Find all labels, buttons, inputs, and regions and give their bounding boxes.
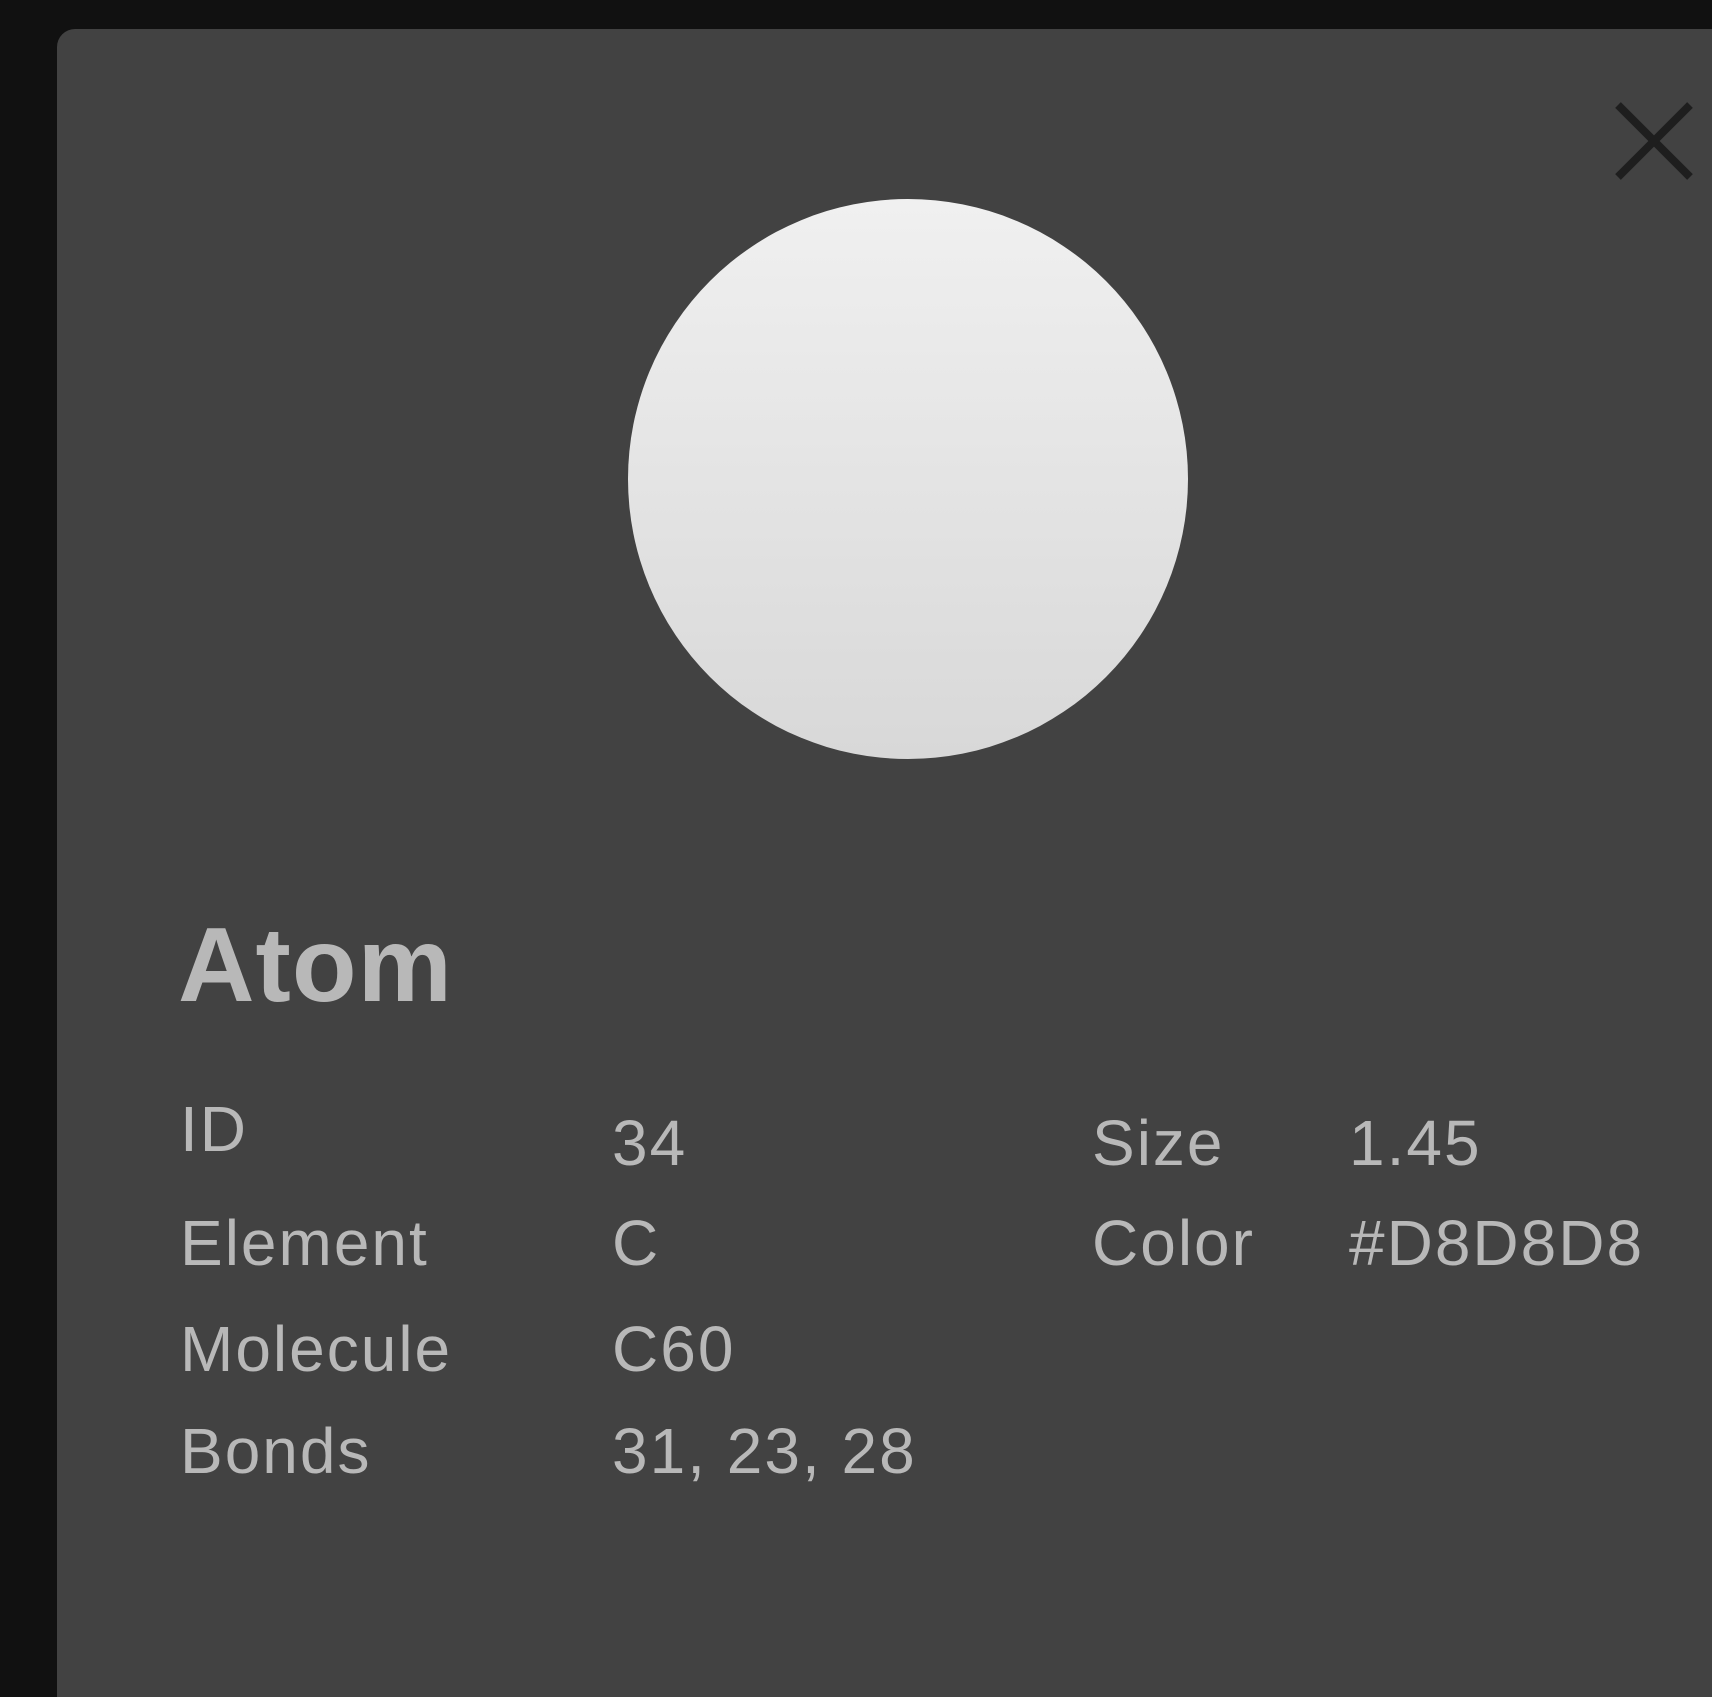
color-value: #D8D8D8 [1349,1207,1645,1279]
size-value: 1.45 [1349,1107,1482,1179]
color-label: Color [1092,1207,1255,1279]
id-value: 34 [612,1107,688,1179]
atom-info-panel: Atom ID 34 Element C Molecule C60 Bonds … [57,29,1712,1697]
bonds-label: Bonds [180,1415,372,1487]
atom-preview-sphere [628,199,1188,759]
close-icon [1615,102,1693,180]
molecule-value: C60 [612,1313,736,1385]
element-value: C [612,1207,661,1279]
size-label: Size [1092,1107,1225,1179]
molecule-label: Molecule [180,1313,453,1385]
panel-title: Atom [178,906,453,1024]
element-label: Element [180,1207,429,1279]
id-label: ID [180,1093,248,1165]
close-button[interactable] [1602,89,1706,193]
bonds-value: 31, 23, 28 [612,1415,917,1487]
